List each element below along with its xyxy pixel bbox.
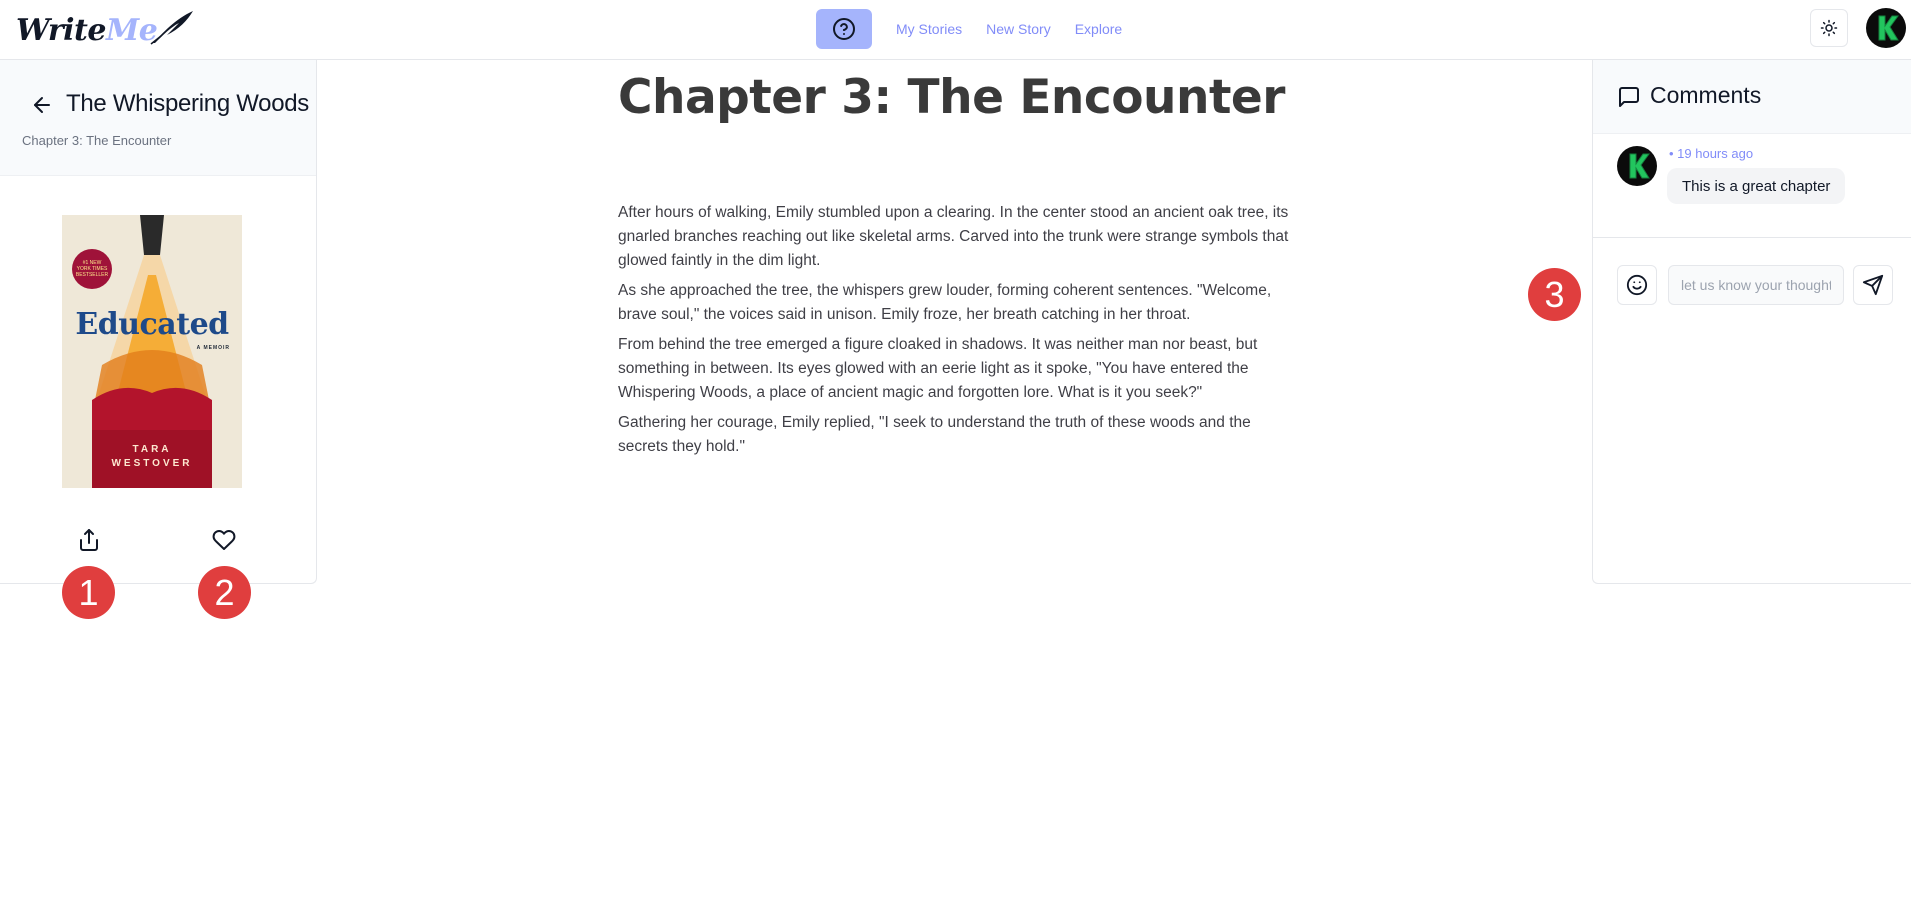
story-title: The Whispering Woods <box>66 90 310 117</box>
nav-new-story[interactable]: New Story <box>986 21 1051 37</box>
chapter-subtitle: Chapter 3: The Encounter <box>22 133 172 148</box>
chapter-body: After hours of walking, Emily stumbled u… <box>618 201 1294 465</box>
cover-author-last: WESTOVER <box>111 458 193 469</box>
heart-icon[interactable] <box>212 528 236 552</box>
divider <box>1593 237 1911 238</box>
send-comment-button[interactable] <box>1853 265 1893 305</box>
question-circle-icon <box>833 18 855 40</box>
cover-author-first: TARA <box>132 444 172 455</box>
chapter-paragraph: Gathering her courage, Emily replied, "I… <box>618 414 1251 455</box>
bestseller-badge: #1 NEW YORK TIMES BESTSELLER <box>72 249 112 289</box>
arrow-left-icon[interactable] <box>30 93 54 117</box>
writeme-logo[interactable]: Write Me <box>16 8 195 52</box>
emoji-button[interactable] <box>1617 265 1657 305</box>
book-cover-image: #1 NEW YORK TIMES BESTSELLER Educated A … <box>62 215 242 488</box>
avatar-k-glyph <box>1878 15 1899 41</box>
annotation-marker-3: 3 <box>1528 268 1581 321</box>
chapter-paragraph: As she approached the tree, the whispers… <box>618 282 1272 323</box>
comment-timestamp: • 19 hours ago <box>1669 146 1754 161</box>
story-sidebar: The Whispering Woods Chapter 3: The Enco… <box>0 60 317 584</box>
nav-explore[interactable]: Explore <box>1075 21 1122 37</box>
cover-title: Educated <box>75 307 229 342</box>
main-nav: My Stories New Story Explore <box>816 9 1122 49</box>
logo-write-text: Write <box>16 12 107 48</box>
comment-input[interactable] <box>1668 265 1844 305</box>
avatar-k-glyph <box>1629 153 1650 179</box>
annotation-marker-2: 2 <box>198 566 251 619</box>
message-square-icon <box>1619 87 1639 107</box>
smile-icon <box>1626 274 1648 296</box>
chapter-paragraph: After hours of walking, Emily stumbled u… <box>618 204 1289 269</box>
quill-icon <box>150 11 194 45</box>
comments-header: Comments <box>1593 60 1911 134</box>
comments-title: Comments <box>1650 82 1762 108</box>
comment-text: This is a great chapter <box>1667 168 1846 204</box>
chapter-heading: Chapter 3: The Encounter <box>618 70 1285 125</box>
help-button[interactable] <box>816 9 872 49</box>
share-icon[interactable] <box>77 528 101 552</box>
send-icon <box>1862 274 1884 296</box>
comments-panel: Comments • 19 hours ago This is a great … <box>1592 60 1911 584</box>
cover-subtitle: A MEMOIR <box>196 345 230 351</box>
cover-author: TARA WESTOVER <box>62 443 242 471</box>
sun-icon <box>1820 19 1838 37</box>
user-avatar[interactable] <box>1866 8 1906 48</box>
theme-toggle-button[interactable] <box>1810 9 1848 47</box>
nav-my-stories[interactable]: My Stories <box>896 21 962 37</box>
top-navbar: Write Me My Stories New Story Explore <box>0 0 1911 60</box>
commenter-avatar[interactable] <box>1617 146 1657 186</box>
chapter-paragraph: From behind the tree emerged a figure cl… <box>618 336 1258 401</box>
story-sidebar-header: The Whispering Woods Chapter 3: The Enco… <box>0 60 316 176</box>
annotation-marker-1: 1 <box>62 566 115 619</box>
